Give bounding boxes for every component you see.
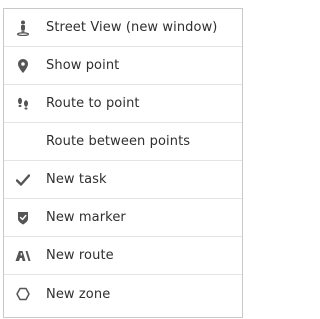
map-pin-icon (4, 47, 42, 85)
menu-item-label: Route between points (46, 134, 191, 149)
menu-item-label: New marker (46, 210, 126, 225)
shield-marker-icon (4, 199, 42, 237)
road-icon (4, 237, 42, 275)
menu-item-new-task[interactable]: New task (4, 161, 242, 199)
menu-item-new-marker[interactable]: New marker (4, 199, 242, 237)
menu-item-show-point[interactable]: Show point (4, 47, 242, 85)
menu-item-label: New zone (46, 286, 111, 302)
menu-item-label: Show point (46, 58, 120, 73)
menu-item-new-zone[interactable]: New zone (4, 275, 242, 313)
menu-item-label: Street View (new window) (46, 20, 218, 35)
menu-item-route-between-points[interactable]: Route between points (4, 123, 242, 161)
menu-item-street-view[interactable]: Street View (new window) (4, 9, 242, 47)
checkmark-icon (4, 161, 42, 199)
menu-item-label: New route (46, 248, 114, 263)
zone-icon (4, 275, 42, 313)
menu-item-label: New task (46, 172, 107, 187)
menu-item-new-route[interactable]: New route (4, 237, 242, 275)
menu-item-label: Route to point (46, 96, 140, 111)
footsteps-icon (4, 85, 42, 123)
street-view-icon (4, 9, 42, 47)
menu-item-route-to-point[interactable]: Route to point (4, 85, 242, 123)
context-menu: Street View (new window) Show point Rout… (3, 8, 243, 318)
